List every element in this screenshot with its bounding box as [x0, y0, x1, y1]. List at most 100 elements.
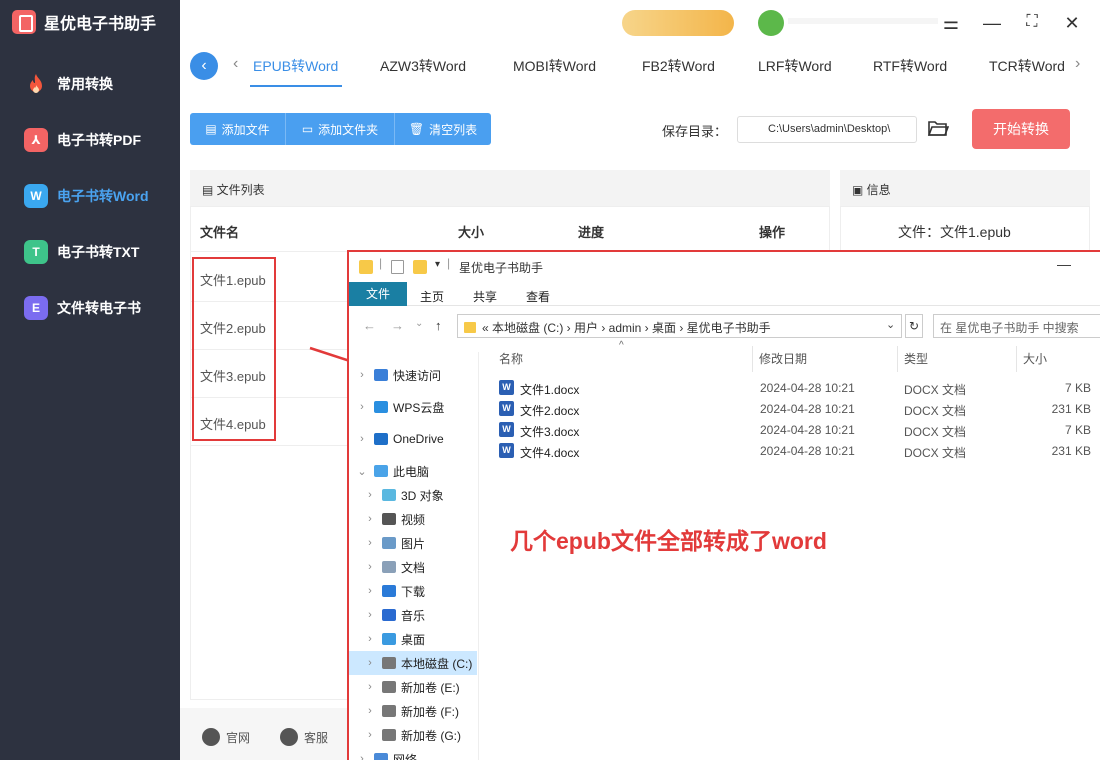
chevron-right-icon[interactable]: › [355, 369, 369, 381]
chevron-right-icon[interactable]: › [363, 633, 377, 645]
tree-item-volume-g[interactable]: › 新加卷 (G:) [349, 723, 477, 747]
tree-item-network[interactable]: › 网络 [349, 747, 477, 760]
search-input[interactable]: 在 星优电子书助手 中搜索 [933, 314, 1100, 338]
save-dir-input[interactable]: C:\Users\admin\Desktop\ [737, 116, 917, 143]
tab-fb2-word[interactable]: FB2转Word [642, 56, 715, 76]
txt-icon: T [24, 240, 48, 264]
tree-item-documents[interactable]: › 文档 [349, 555, 477, 579]
quick-access-dropdown-icon[interactable]: ▾ [435, 259, 440, 270]
close-icon[interactable]: ✕ [1061, 13, 1083, 34]
chevron-right-icon[interactable]: › [363, 561, 377, 573]
start-convert-button[interactable]: 开始转换 [972, 109, 1070, 149]
tree-item-onedrive[interactable]: › OneDrive [349, 427, 477, 451]
chevron-right-icon[interactable]: › [355, 433, 369, 445]
tree-item-wps-cloud[interactable]: › WPS云盘 [349, 395, 477, 419]
minimize-icon[interactable]: — [981, 13, 1003, 34]
file-size: 231 KB [1051, 444, 1091, 458]
nav-forward-icon[interactable]: → [391, 318, 404, 333]
tree-item-label: 快速访问 [393, 368, 442, 383]
word-doc-icon: W [499, 443, 514, 458]
folder-icon [359, 260, 373, 274]
file-row[interactable]: W 文件4.docx 2024-04-28 10:21 DOCX 文档 231 KB [499, 441, 1099, 462]
col-action[interactable]: 操作 [759, 222, 785, 241]
address-dropdown-icon[interactable]: ⌄ [886, 318, 895, 331]
sidebar-item-common[interactable]: 常用转换 [24, 72, 113, 96]
vip-badge[interactable] [622, 10, 734, 36]
file-type: DOCX 文档 [904, 404, 967, 418]
save-dir-label: 保存目录： [662, 124, 728, 139]
tab-prev-icon[interactable]: ‹ [233, 55, 238, 73]
documents-icon [382, 561, 396, 573]
sidebar-item-ebook[interactable]: E 文件转电子书 [24, 296, 141, 320]
chevron-down-icon[interactable]: ⌄ [355, 465, 369, 478]
file-row[interactable]: W 文件1.docx 2024-04-28 10:21 DOCX 文档 7 KB [499, 378, 1099, 399]
settings-sliders-icon[interactable]: ⚌ [940, 13, 962, 34]
tab-epub-word[interactable]: EPUB转Word [253, 56, 338, 76]
col-name[interactable]: 名称 [499, 350, 523, 367]
clear-list-button[interactable]: 🗑 清空列表 [395, 113, 491, 145]
add-file-button[interactable]: ▤ 添加文件 [190, 113, 286, 145]
tab-rtf-word[interactable]: RTF转Word [873, 56, 947, 76]
chevron-right-icon[interactable]: › [363, 537, 377, 549]
chevron-right-icon[interactable]: › [355, 753, 369, 760]
tree-item-pictures[interactable]: › 图片 [349, 531, 477, 555]
file-row[interactable]: W 文件2.docx 2024-04-28 10:21 DOCX 文档 231 KB [499, 399, 1099, 420]
col-progress[interactable]: 进度 [578, 222, 604, 241]
tree-item-downloads[interactable]: › 下载 [349, 579, 477, 603]
chevron-right-icon[interactable]: › [363, 657, 377, 669]
service-link[interactable]: 客服 [280, 728, 328, 746]
address-bar[interactable]: « 本地磁盘 (C:) › 用户 › admin › 桌面 › 星优电子书助手 [457, 314, 902, 338]
new-folder-icon[interactable] [413, 260, 427, 274]
sidebar-item-txt[interactable]: T 电子书转TXT [24, 240, 139, 264]
chevron-right-icon[interactable]: › [363, 585, 377, 597]
tree-item-volume-e[interactable]: › 新加卷 (E:) [349, 675, 477, 699]
ribbon-tab-file[interactable]: 文件 [349, 282, 407, 306]
ribbon-tab-view[interactable]: 查看 [526, 288, 550, 305]
col-filename[interactable]: 文件名 [200, 222, 239, 241]
tree-item-music[interactable]: › 音乐 [349, 603, 477, 627]
tab-tcr-word[interactable]: TCR转Word [989, 56, 1069, 76]
chevron-right-icon[interactable]: › [363, 489, 377, 501]
website-label: 官网 [226, 730, 251, 745]
chevron-right-icon[interactable]: › [363, 705, 377, 717]
ribbon-tab-home[interactable]: 主页 [420, 288, 444, 305]
chevron-right-icon[interactable]: › [355, 401, 369, 413]
maximize-icon[interactable]: ⛶ [1021, 13, 1043, 31]
col-date[interactable]: 修改日期 [759, 350, 807, 367]
tree-item-videos[interactable]: › 视频 [349, 507, 477, 531]
col-type[interactable]: 类型 [904, 350, 928, 367]
add-folder-button[interactable]: ▭ 添加文件夹 [286, 113, 395, 145]
tab-azw3-word[interactable]: AZW3转Word [380, 56, 466, 76]
tree-item-quick-access[interactable]: › 快速访问 [349, 363, 477, 387]
chevron-right-icon[interactable]: › [363, 681, 377, 693]
col-size[interactable]: 大小 [458, 222, 484, 241]
tree-item-label: 新加卷 (G:) [401, 728, 461, 743]
chevron-right-icon[interactable]: › [363, 513, 377, 525]
nav-back-icon[interactable]: ← [363, 318, 376, 333]
tree-item-this-pc[interactable]: ⌄ 此电脑 [349, 459, 477, 483]
col-size[interactable]: 大小 [1023, 350, 1047, 367]
sidebar-item-label: 电子书转TXT [57, 244, 140, 260]
back-arrow-icon[interactable]: ‹ [190, 52, 218, 80]
avatar[interactable] [758, 10, 784, 36]
tree-item-3d-objects[interactable]: › 3D 对象 [349, 483, 477, 507]
sidebar-item-pdf[interactable]: ⅄ 电子书转PDF [24, 128, 141, 152]
tab-mobi-word[interactable]: MOBI转Word [513, 56, 596, 76]
nav-up-icon[interactable]: ↑ [435, 318, 442, 333]
minimize-icon[interactable]: — [1057, 256, 1071, 272]
ribbon-tab-share[interactable]: 共享 [473, 288, 497, 305]
chevron-right-icon[interactable]: › [363, 729, 377, 741]
tree-item-desktop[interactable]: › 桌面 [349, 627, 477, 651]
chevron-right-icon[interactable]: › [363, 609, 377, 621]
file-row[interactable]: W 文件3.docx 2024-04-28 10:21 DOCX 文档 7 KB [499, 420, 1099, 441]
folder-open-icon[interactable] [927, 118, 950, 140]
sidebar-item-word[interactable]: W 电子书转Word [24, 184, 149, 208]
tree-item-local-disk-c[interactable]: › 本地磁盘 (C:) [349, 651, 477, 675]
properties-icon[interactable] [391, 260, 404, 274]
tab-lrf-word[interactable]: LRF转Word [758, 56, 832, 76]
website-link[interactable]: 官网 [202, 728, 250, 746]
nav-recent-icon[interactable]: ⌄ [415, 318, 423, 329]
refresh-icon[interactable]: ↻ [905, 314, 923, 338]
tab-next-icon[interactable]: › [1075, 55, 1080, 73]
tree-item-volume-f[interactable]: › 新加卷 (F:) [349, 699, 477, 723]
